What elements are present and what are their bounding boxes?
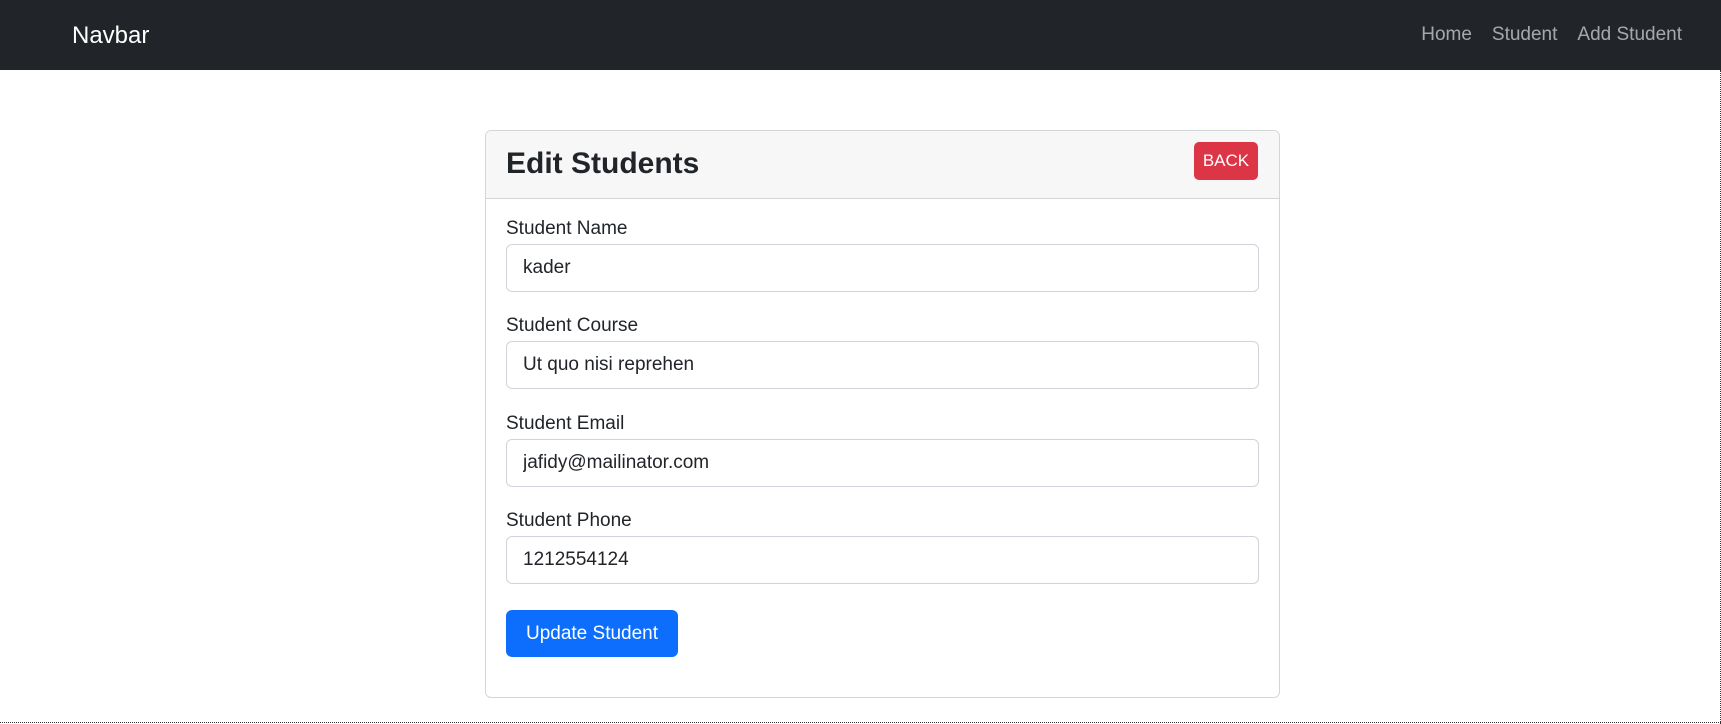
student-phone-group: Student Phone [506,509,1259,584]
student-course-group: Student Course [506,314,1259,389]
card-header: Edit Students BACK [486,131,1279,199]
nav-links: Home Student Add Student [1421,22,1682,48]
student-course-input[interactable] [506,341,1259,389]
update-student-button[interactable]: Update Student [506,610,678,657]
page-edge-bottom [0,722,1721,723]
student-name-group: Student Name [506,217,1259,292]
page-title: Edit Students [506,147,700,180]
edit-student-card: Edit Students BACK Student Name Student … [485,130,1280,698]
student-email-input[interactable] [506,439,1259,487]
nav-link-add-student[interactable]: Add Student [1577,22,1682,48]
back-button[interactable]: BACK [1194,142,1258,180]
top-navbar: Navbar Home Student Add Student [0,0,1721,70]
student-name-label: Student Name [506,218,628,239]
student-phone-input[interactable] [506,536,1259,584]
student-phone-label: Student Phone [506,510,632,531]
student-name-input[interactable] [506,244,1259,292]
nav-link-home[interactable]: Home [1421,22,1472,48]
nav-link-student[interactable]: Student [1492,22,1558,48]
student-course-label: Student Course [506,315,639,336]
student-email-label: Student Email [506,413,625,434]
student-email-group: Student Email [506,412,1259,487]
navbar-brand[interactable]: Navbar [72,21,149,51]
